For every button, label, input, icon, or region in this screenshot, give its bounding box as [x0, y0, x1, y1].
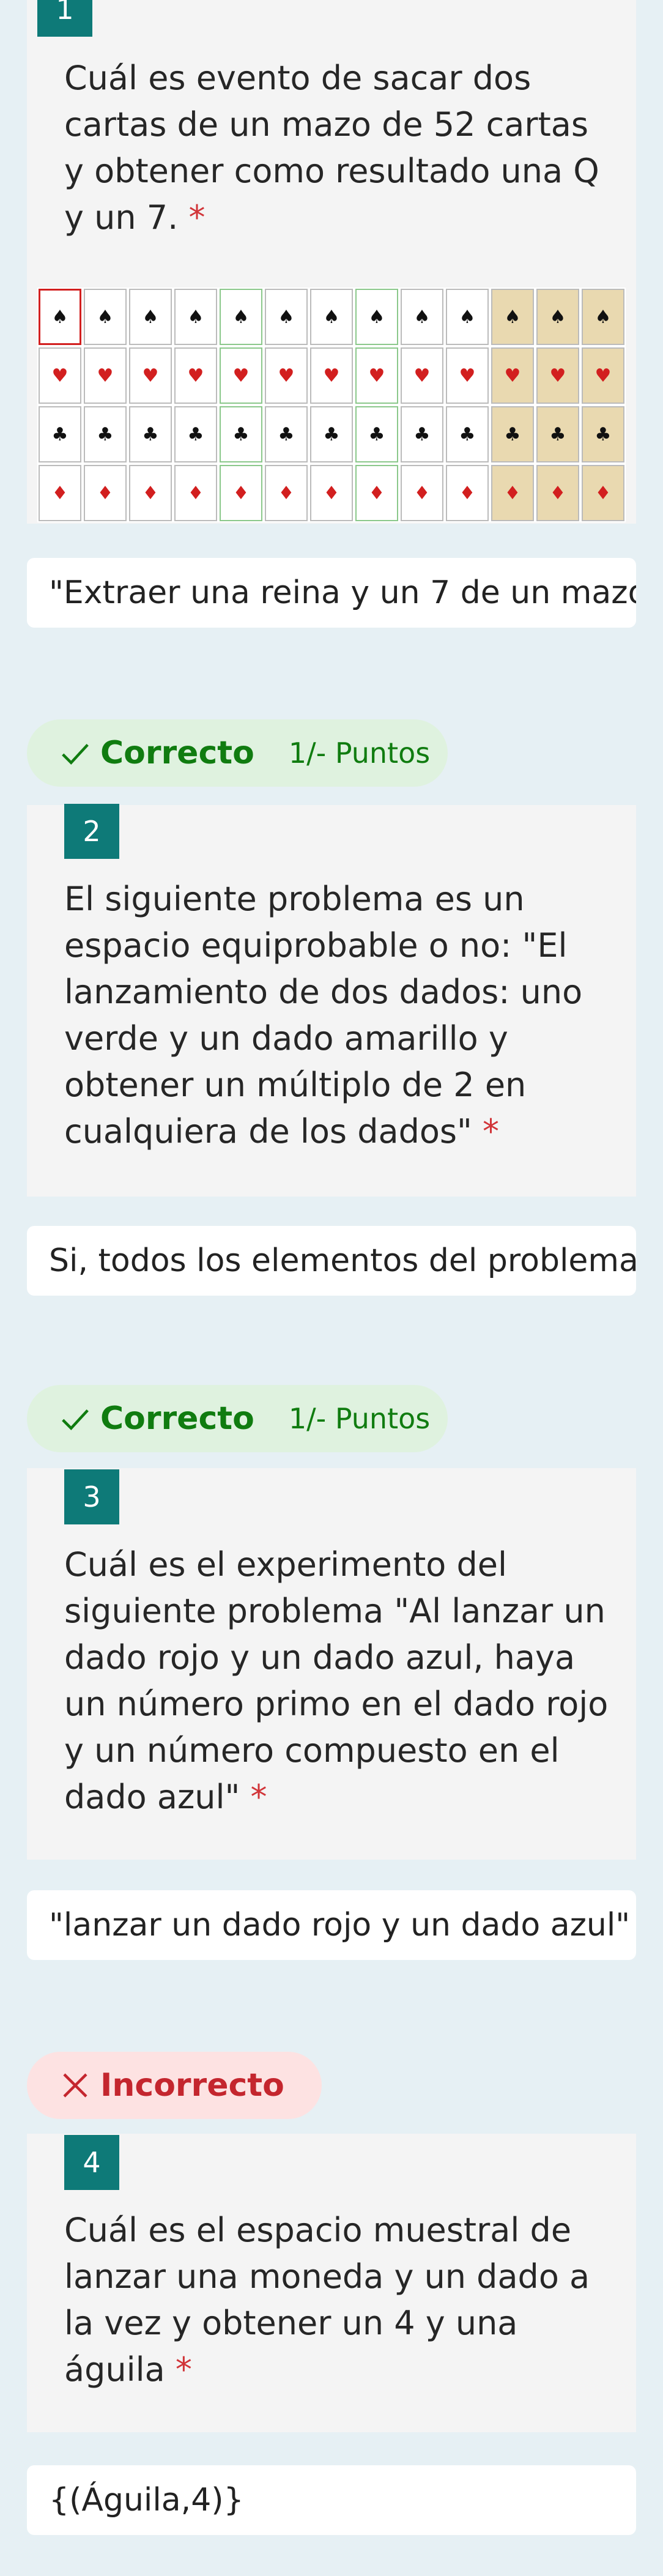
playing-card: ♠ [491, 289, 534, 345]
question-text-content: El siguiente problema es un espacio equi… [64, 880, 583, 1151]
question-number: 3 [64, 1469, 119, 1524]
playing-card: ♥ [355, 347, 398, 404]
playing-card: ♥ [84, 347, 127, 404]
playing-card: ♠ [401, 289, 443, 345]
playing-card: ♣ [491, 406, 534, 462]
playing-card: ♥ [310, 347, 353, 404]
playing-card: ♠ [84, 289, 127, 345]
deck-image: ♠ ♠ ♠ ♠ ♠ ♠ ♠ ♠ ♠ ♠ ♠ ♠ ♠ ♥ ♥ ♥ ♥ ♥ ♥ ♥ ♥ ♥ ♥ ♥ ♥ ♥ ♣ ♣ ♣ ♣ ♣ ♣ ♣ ♣ ♣ ♣ ♣ ♣ ♣ ♦… [37, 288, 626, 522]
answer-text: {(Águila,4)} [49, 2482, 244, 2518]
result-points: 1/- Puntos [288, 1402, 431, 1435]
answer-field-4[interactable]: {(Águila,4)} [27, 2465, 636, 2535]
question-text-content: Cuál es el experimento del siguiente pro… [64, 1545, 609, 1816]
playing-card: ♥ [536, 347, 579, 404]
playing-card: ♣ [355, 406, 398, 462]
answer-field-3[interactable]: "lanzar un dado rojo y un dado azul" [27, 1890, 636, 1960]
playing-card: ♦ [536, 465, 579, 521]
answer-text: Si, todos los elementos del problema [49, 1242, 636, 1279]
playing-card: ♣ [220, 406, 262, 462]
playing-card: ♣ [446, 406, 489, 462]
playing-card: ♦ [129, 465, 172, 521]
playing-card: ♥ [39, 347, 81, 404]
required-mark: * [483, 1112, 500, 1151]
question-text: Cuál es el experimento del siguiente pro… [64, 1542, 615, 1821]
answer-field-1[interactable]: "Extraer una reina y un 7 de un mazo [27, 558, 636, 628]
playing-card: ♦ [310, 465, 353, 521]
playing-card: ♥ [220, 347, 262, 404]
playing-card: ♠ [265, 289, 308, 345]
required-mark: * [188, 198, 206, 237]
playing-card: ♠ [310, 289, 353, 345]
playing-card: ♦ [39, 465, 81, 521]
playing-card: ♦ [446, 465, 489, 521]
playing-card: ♣ [310, 406, 353, 462]
result-points: 1/- Puntos [288, 737, 431, 770]
check-icon [62, 743, 89, 765]
playing-card: ♣ [265, 406, 308, 462]
check-icon [62, 1409, 89, 1430]
playing-card: ♦ [174, 465, 217, 521]
question-text: El siguiente problema es un espacio equi… [64, 876, 615, 1155]
playing-card: ♥ [491, 347, 534, 404]
question-number: 2 [64, 804, 119, 859]
playing-card: ♠ [355, 289, 398, 345]
answer-text: "lanzar un dado rojo y un dado azul" [49, 1907, 631, 1943]
result-badge-correct: Correcto 1/- Puntos [27, 719, 448, 787]
playing-card: ♥ [582, 347, 624, 404]
playing-card: ♣ [174, 406, 217, 462]
playing-card: ♣ [536, 406, 579, 462]
answer-field-2[interactable]: Si, todos los elementos del problema [27, 1226, 636, 1296]
playing-card: ♠ [220, 289, 262, 345]
question-text: Cuál es el espacio muestral de lanzar un… [64, 2207, 615, 2393]
question-text-content: Cuál es el espacio muestral de lanzar un… [64, 2211, 590, 2389]
playing-card: ♠ [582, 289, 624, 345]
playing-card: ♦ [401, 465, 443, 521]
playing-card: ♥ [446, 347, 489, 404]
required-mark: * [250, 1778, 267, 1816]
playing-card: ♦ [84, 465, 127, 521]
playing-card: ♣ [582, 406, 624, 462]
playing-card: ♣ [401, 406, 443, 462]
playing-card: ♥ [265, 347, 308, 404]
question-text: Cuál es evento de sacar dos cartas de un… [64, 55, 615, 241]
playing-card: ♥ [401, 347, 443, 404]
playing-card: ♠ [446, 289, 489, 345]
result-label: Correcto [100, 1400, 254, 1437]
playing-card: ♥ [174, 347, 217, 404]
result-label: Correcto [100, 735, 254, 771]
result-badge-correct: Correcto 1/- Puntos [27, 1385, 448, 1452]
playing-card: ♦ [491, 465, 534, 521]
playing-card: ♣ [39, 406, 81, 462]
playing-card: ♠ [39, 289, 81, 345]
result-badge-incorrect: Incorrecto [27, 2052, 322, 2119]
playing-card: ♦ [355, 465, 398, 521]
question-number: 1 [37, 0, 92, 37]
question-number: 4 [64, 2135, 119, 2190]
answer-text: "Extraer una reina y un 7 de un mazo [49, 574, 636, 611]
x-icon [63, 2073, 87, 2098]
result-label: Incorrecto [100, 2067, 284, 2104]
playing-card: ♣ [84, 406, 127, 462]
playing-card: ♦ [582, 465, 624, 521]
playing-card: ♥ [129, 347, 172, 404]
playing-card: ♠ [129, 289, 172, 345]
playing-card: ♦ [265, 465, 308, 521]
playing-card: ♠ [174, 289, 217, 345]
playing-card: ♦ [220, 465, 262, 521]
playing-card: ♣ [129, 406, 172, 462]
required-mark: * [175, 2350, 192, 2389]
question-text-content: Cuál es evento de sacar dos cartas de un… [64, 59, 599, 237]
playing-card: ♠ [536, 289, 579, 345]
